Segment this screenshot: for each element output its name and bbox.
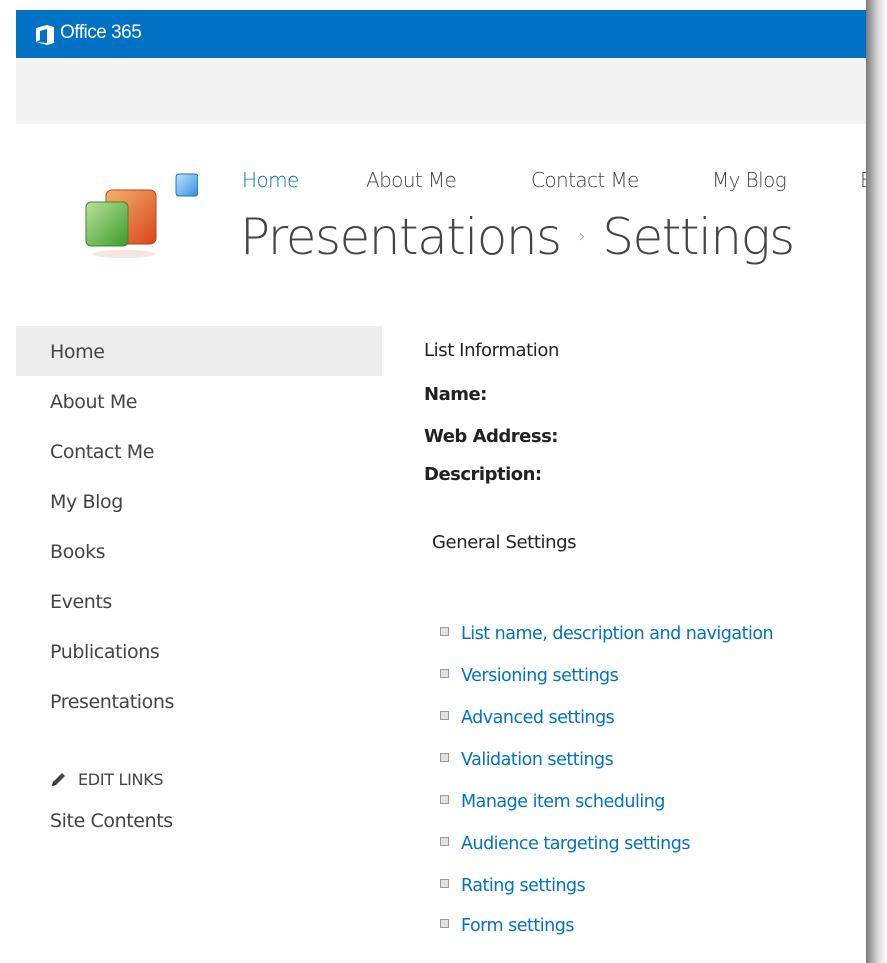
settings-link-label: Versioning settings [461, 666, 619, 686]
bullet-icon [440, 669, 449, 678]
window-edge-shadow [866, 0, 887, 963]
description-label: Description: [424, 464, 542, 485]
settings-link-label: Rating settings [461, 876, 586, 896]
office-logo-icon[interactable] [34, 24, 56, 46]
quicklaunch-item-my-blog[interactable]: My Blog [16, 476, 382, 526]
suite-bar: Office 365 [16, 10, 866, 58]
settings-link-versioning[interactable]: Versioning settings [440, 666, 619, 690]
name-label: Name: [424, 384, 487, 405]
bullet-icon [440, 879, 449, 888]
web-address-label: Web Address: [424, 426, 558, 447]
settings-link-validation[interactable]: Validation settings [440, 750, 614, 774]
pencil-icon [52, 773, 65, 786]
edit-links-label: EDIT LINKS [78, 770, 164, 789]
quicklaunch-item-contact-me[interactable]: Contact Me [16, 426, 382, 476]
quicklaunch-item-about-me[interactable]: About Me [16, 376, 382, 426]
quicklaunch-item-publications[interactable]: Publications [16, 626, 382, 676]
topnav-my-blog[interactable]: My Blog [712, 168, 787, 192]
settings-link-label: Advanced settings [461, 708, 615, 728]
edit-links-button[interactable]: EDIT LINKS [50, 770, 164, 789]
bullet-icon [440, 711, 449, 720]
ribbon-area [16, 58, 866, 124]
settings-link-label: Validation settings [461, 750, 614, 770]
page-title: Presentations › Settings [240, 208, 795, 266]
page-margin [0, 0, 16, 963]
general-settings-heading: General Settings [432, 532, 577, 553]
suite-title[interactable]: Office 365 [60, 22, 142, 44]
topnav-about-me[interactable]: About Me [366, 168, 457, 192]
topnav-contact-me[interactable]: Contact Me [531, 168, 639, 192]
quicklaunch-item-books[interactable]: Books [16, 526, 382, 576]
quicklaunch-item-home[interactable]: Home [16, 326, 382, 376]
sharepoint-page: Office 365 Home About Me Contact Me My B… [16, 0, 866, 963]
settings-link-audience-targeting[interactable]: Audience targeting settings [440, 834, 690, 858]
quicklaunch-item-presentations[interactable]: Presentations [16, 676, 382, 726]
settings-link-list-name[interactable]: List name, description and navigation [440, 624, 774, 648]
settings-link-label: Form settings [461, 916, 574, 936]
topnav-home[interactable]: Home [242, 168, 299, 192]
bullet-icon [440, 627, 449, 636]
bullet-icon [440, 919, 449, 928]
quick-launch: Home About Me Contact Me My Blog Books E… [16, 326, 382, 726]
breadcrumb-list-name[interactable]: Presentations [240, 208, 562, 266]
settings-link-label: Manage item scheduling [461, 792, 665, 812]
settings-link-advanced[interactable]: Advanced settings [440, 708, 615, 732]
site-contents-link[interactable]: Site Contents [50, 810, 173, 832]
settings-link-item-scheduling[interactable]: Manage item scheduling [440, 792, 665, 816]
breadcrumb-page-name: Settings [602, 208, 795, 266]
settings-link-form[interactable]: Form settings [440, 916, 574, 940]
list-information-heading: List Information [424, 340, 559, 361]
bullet-icon [440, 837, 449, 846]
settings-link-rating[interactable]: Rating settings [440, 876, 586, 900]
breadcrumb-separator-icon: › [578, 226, 586, 247]
bullet-icon [440, 753, 449, 762]
bullet-icon [440, 795, 449, 804]
site-logo-icon[interactable] [80, 172, 198, 264]
settings-link-label: Audience targeting settings [461, 834, 690, 854]
quicklaunch-item-events[interactable]: Events [16, 576, 382, 626]
settings-link-label: List name, description and navigation [461, 624, 774, 644]
